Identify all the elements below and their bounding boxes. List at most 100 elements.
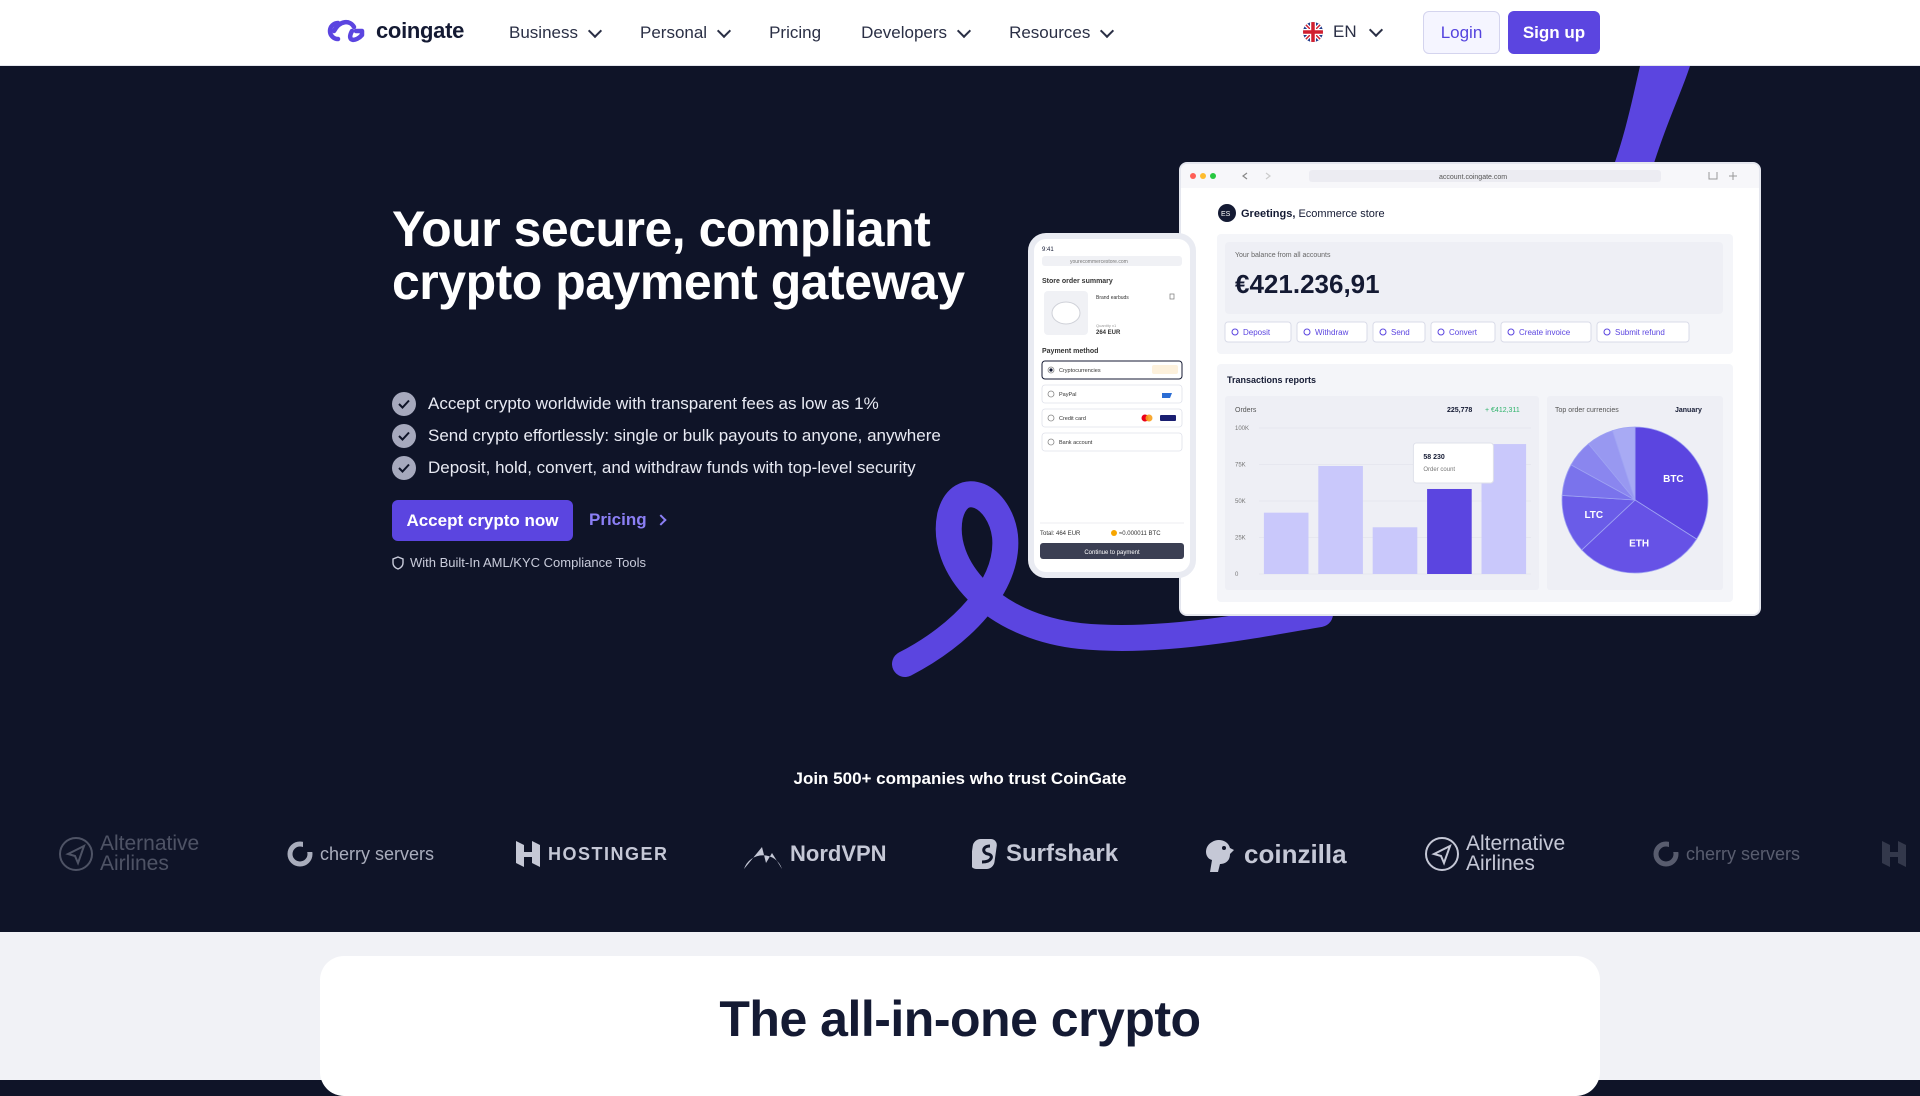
chevron-down-icon bbox=[1368, 22, 1383, 37]
chart-tooltip bbox=[1412, 442, 1494, 484]
product-price: 264 EUR bbox=[1096, 330, 1121, 336]
logo-alternative-airlines: Alternative Airlines bbox=[58, 826, 220, 882]
trust-headline: Join 500+ companies who trust CoinGate bbox=[793, 769, 1127, 788]
cherry-servers-icon bbox=[287, 841, 313, 867]
surfshark-s-icon bbox=[972, 839, 997, 869]
payment-option-label: Bank account bbox=[1059, 440, 1093, 446]
dashboard-svg: account.coingate.com ES Greetings, Ecomm… bbox=[1181, 164, 1759, 614]
language-code: EN bbox=[1333, 22, 1357, 41]
phone-mockup: 9:41 yourecommercestore.com Store order … bbox=[1028, 233, 1196, 578]
logo-text: Surfshark bbox=[1006, 840, 1119, 867]
check-icon bbox=[392, 424, 416, 448]
greeting: Greetings, Ecommerce store bbox=[1241, 208, 1385, 220]
language-selector[interactable]: EN bbox=[1303, 22, 1383, 42]
order-total: Total: 464 EUR bbox=[1040, 531, 1081, 537]
logo-text: cherry servers bbox=[320, 843, 435, 864]
bullet-text: Accept crypto worldwide with transparent… bbox=[428, 394, 879, 413]
top-navbar: coingate Business Personal Pricing Devel… bbox=[0, 0, 1920, 66]
menu-pricing[interactable]: Pricing bbox=[769, 23, 821, 43]
menu-personal[interactable]: Personal bbox=[640, 23, 732, 43]
tooltip-value: 58 230 bbox=[1423, 454, 1445, 461]
chevron-down-icon bbox=[717, 23, 732, 38]
paper-plane-icon bbox=[1425, 837, 1459, 871]
features-section: The all-in-one crypto bbox=[0, 932, 1920, 1096]
signup-button[interactable]: Sign up bbox=[1508, 11, 1600, 54]
shield-icon bbox=[392, 555, 404, 570]
bar bbox=[1427, 488, 1472, 574]
chevron-right-icon bbox=[654, 514, 667, 526]
hero-title: Your secure, compliant crypto payment ga… bbox=[392, 201, 965, 310]
cherry-servers-icon bbox=[1653, 841, 1679, 867]
check-icon bbox=[392, 456, 416, 480]
product-qty: Quantity x1 bbox=[1096, 323, 1117, 328]
order-summary-title: Store order summary bbox=[1042, 278, 1113, 285]
y-tick-label: 75K bbox=[1235, 463, 1246, 469]
coingate-logo[interactable]: coingate bbox=[322, 18, 464, 44]
reports-title: Transactions reports bbox=[1227, 375, 1316, 385]
hostinger-h-icon bbox=[516, 841, 540, 867]
bullet-item: Accept crypto worldwide with transparent… bbox=[392, 388, 941, 420]
payment-method-title: Payment method bbox=[1042, 348, 1098, 355]
payment-option-label: Cryptocurrencies bbox=[1059, 368, 1101, 374]
orders-count: 225,778 bbox=[1447, 407, 1472, 414]
menu-label: Pricing bbox=[769, 23, 822, 42]
bullet-text: Send crypto effortlessly: single or bulk… bbox=[428, 426, 941, 445]
dino-icon bbox=[1206, 840, 1234, 872]
bar bbox=[1372, 527, 1418, 574]
radio-dot bbox=[1049, 368, 1053, 372]
action-label: Deposit bbox=[1243, 328, 1271, 337]
action-label: Create invoice bbox=[1519, 328, 1571, 337]
menu-label: Business bbox=[509, 23, 578, 42]
phone-svg: 9:41 yourecommercestore.com Store order … bbox=[1040, 247, 1184, 559]
logo-text: cherry servers bbox=[1686, 843, 1801, 864]
section-heading: The all-in-one crypto bbox=[719, 991, 1201, 1047]
chevron-down-icon bbox=[956, 23, 972, 38]
dashboard-url: account.coingate.com bbox=[1439, 174, 1507, 181]
chevron-down-icon bbox=[587, 23, 603, 38]
pie-slice-label: LTC bbox=[1584, 510, 1603, 521]
paper-plane-icon bbox=[59, 837, 93, 871]
crypto-total: ≈0.000011 BTC bbox=[1119, 531, 1161, 537]
logo-text: HOSTINGER bbox=[548, 843, 669, 864]
y-tick-label: 25K bbox=[1235, 536, 1246, 542]
login-button[interactable]: Login bbox=[1423, 11, 1500, 54]
accept-crypto-button[interactable]: Accept crypto now bbox=[392, 500, 573, 541]
pie-period: January bbox=[1675, 407, 1702, 414]
earbuds-icon bbox=[1051, 301, 1081, 325]
mountain-icon bbox=[744, 847, 782, 869]
logo-alternative-airlines: Alternative Airlines bbox=[1424, 826, 1586, 882]
features-card: The all-in-one crypto bbox=[320, 956, 1600, 1096]
logo-surfshark: Surfshark bbox=[972, 826, 1118, 882]
menu-label: Resources bbox=[1009, 23, 1091, 42]
logo-coinzilla: coinzilla bbox=[1200, 826, 1347, 882]
logo-cherry-servers: cherry servers bbox=[1652, 826, 1800, 882]
pie-slice-label: ETH bbox=[1629, 539, 1649, 550]
bullet-item: Send crypto effortlessly: single or bulk… bbox=[392, 420, 941, 452]
menu-developers[interactable]: Developers bbox=[861, 23, 972, 43]
logo-text: NordVPN bbox=[790, 841, 887, 866]
pricing-link[interactable]: Pricing bbox=[589, 510, 667, 530]
phone-url: yourecommercestore.com bbox=[1070, 259, 1128, 265]
bullet-item: Deposit, hold, convert, and withdraw fun… bbox=[392, 452, 941, 484]
action-label: Send bbox=[1391, 328, 1410, 337]
balance-label: Your balance from all accounts bbox=[1235, 252, 1331, 259]
action-label: Withdraw bbox=[1315, 328, 1349, 337]
hero-bullets: Accept crypto worldwide with transparent… bbox=[392, 388, 941, 484]
visa-icon bbox=[1160, 415, 1176, 421]
coingate-logo-icon bbox=[327, 20, 365, 42]
bullet-text: Deposit, hold, convert, and withdraw fun… bbox=[428, 458, 916, 477]
logo-text: Alternative Airlines bbox=[1466, 832, 1566, 875]
hostinger-h-icon bbox=[1882, 841, 1906, 867]
menu-resources[interactable]: Resources bbox=[1009, 23, 1115, 43]
dashboard-mockup: account.coingate.com ES Greetings, Ecomm… bbox=[1179, 162, 1761, 616]
logo-hostinger-partial bbox=[1880, 826, 1908, 882]
window-close-dot bbox=[1190, 173, 1196, 179]
pricing-link-label: Pricing bbox=[589, 510, 647, 529]
main-menu: Business Personal Pricing Developers Res… bbox=[509, 0, 1152, 66]
logo-text: Alternative Airlines bbox=[100, 832, 200, 875]
menu-business[interactable]: Business bbox=[509, 23, 603, 43]
check-icon bbox=[392, 392, 416, 416]
mastercard-icon bbox=[1145, 414, 1153, 422]
window-max-dot bbox=[1210, 173, 1216, 179]
payment-option-label: PayPal bbox=[1059, 392, 1076, 398]
